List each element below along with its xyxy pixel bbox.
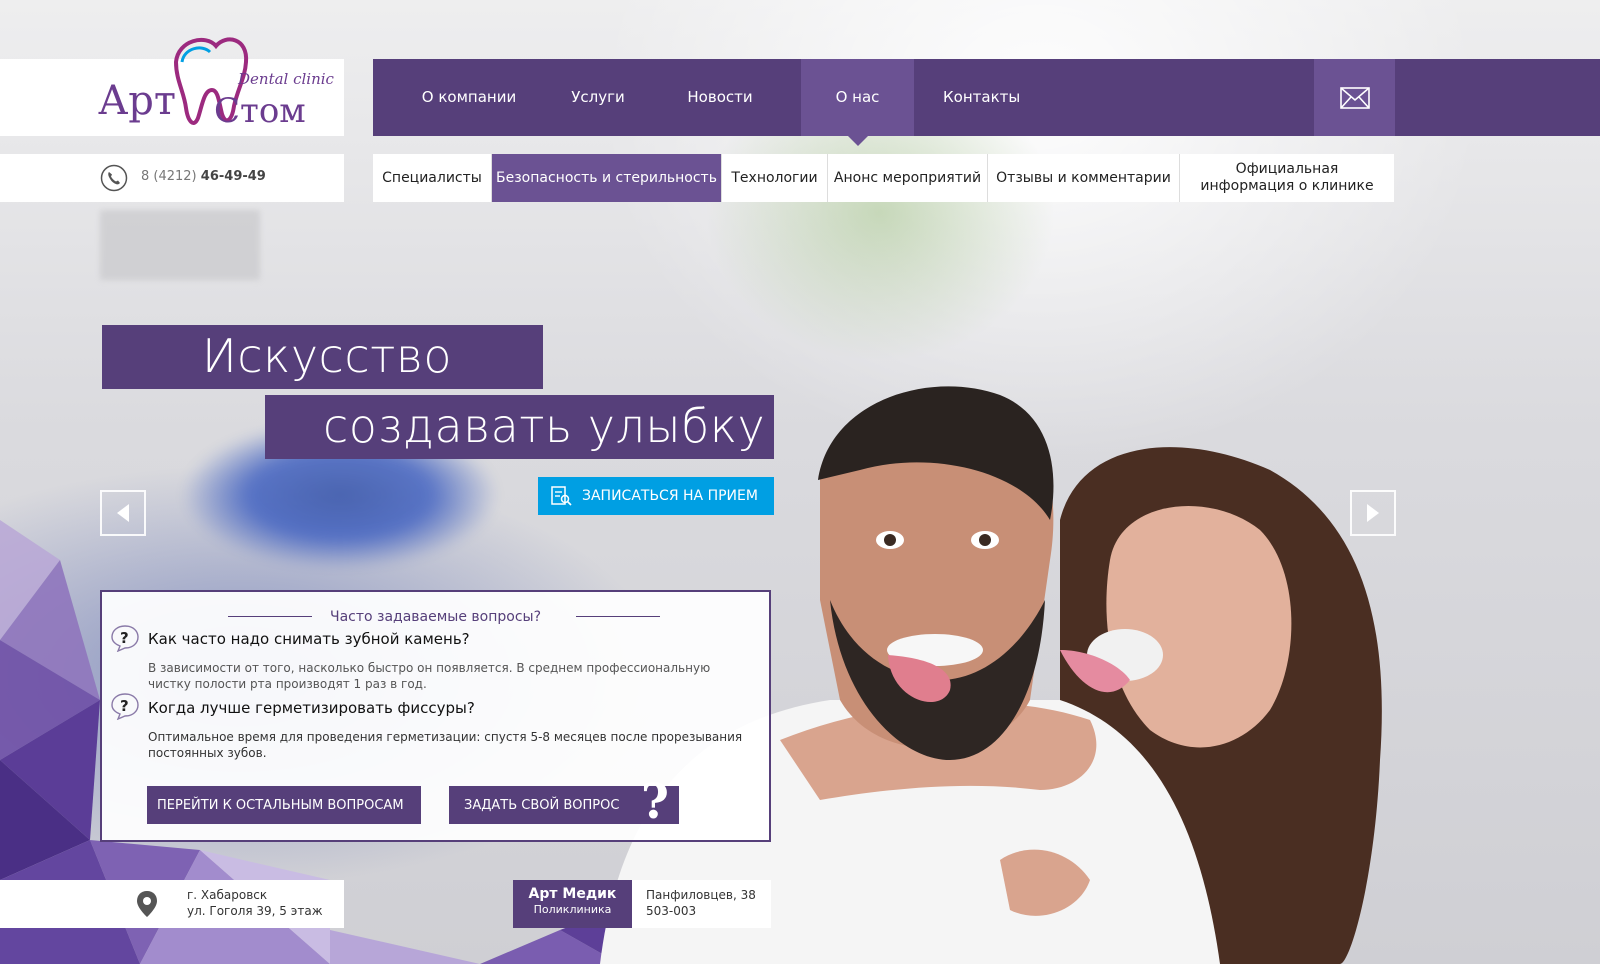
active-caret	[847, 136, 868, 146]
address-street: ул. Гоголя 39, 5 этаж	[187, 904, 323, 918]
question-mark-icon: ?	[640, 774, 669, 830]
svg-text:?: ?	[120, 629, 129, 647]
hero-heading-line1: Искусство	[102, 325, 543, 389]
subnav-item-label: Безопасность и стерильность	[496, 169, 717, 186]
slider-next-button[interactable]	[1350, 490, 1396, 536]
appointment-icon	[551, 486, 572, 506]
subnav-item-safety[interactable]: Безопасность и стерильность	[492, 154, 722, 202]
partner-clinic-type: Поликлиника	[533, 903, 612, 916]
logo-word-stom: Стом	[214, 91, 306, 131]
subnav-item-label: Официальная информация о клинике	[1200, 161, 1374, 194]
nav-item-label: О компании	[421, 88, 517, 106]
nav-item-company[interactable]: О компании	[417, 59, 521, 136]
map-pin-icon	[137, 891, 157, 917]
clinic-logo[interactable]: Арт Стом Dental clinic	[98, 34, 338, 134]
nav-item-services[interactable]: Услуги	[563, 59, 633, 136]
phone-digits: 46-49-49	[200, 169, 266, 184]
nav-item-label: Контакты	[943, 88, 1021, 106]
hero-heading-line2: создавать улыбку	[265, 395, 774, 459]
phone-code: 8 (4212)	[141, 169, 197, 184]
faq-question-2[interactable]: Когда лучше герметизировать фиссуры?	[148, 699, 475, 717]
phone-panel: 8 (4212) 46-49-49	[0, 154, 344, 202]
background-window	[100, 210, 260, 280]
subnav-item-official-info[interactable]: Официальная информация о клинике	[1180, 154, 1394, 202]
book-appointment-button[interactable]: ЗАПИСАТЬСЯ НА ПРИЕМ	[538, 477, 774, 515]
nav-item-news[interactable]: Новости	[673, 59, 767, 136]
partner-clinic-street: Панфиловцев, 38	[646, 888, 756, 902]
question-bubble-icon: ?	[111, 625, 139, 652]
main-nav: О компании Услуги Новости О нас Контакты	[373, 59, 1600, 146]
subnav-item-label: Специалисты	[382, 169, 482, 186]
slider-prev-button[interactable]	[100, 490, 146, 536]
nav-item-label: О нас	[835, 88, 880, 106]
subnav-item-reviews[interactable]: Отзывы и комментарии	[988, 154, 1180, 202]
svg-text:?: ?	[120, 697, 129, 715]
subnav-item-label: Технологии	[731, 169, 818, 186]
ask-question-label: ЗАДАТЬ СВОЙ ВОПРОС	[464, 797, 620, 813]
partner-clinic-badge[interactable]: Арт Медик Поликлиника	[513, 880, 632, 928]
ask-question-button[interactable]: ЗАДАТЬ СВОЙ ВОПРОС ?	[449, 778, 679, 826]
subnav-item-technology[interactable]: Технологии	[722, 154, 828, 202]
logo-tagline: Dental clinic	[237, 70, 335, 88]
faq-title: Часто задаваемые вопросы?	[329, 609, 542, 625]
subnav-item-label: Анонс мероприятий	[833, 169, 982, 186]
nav-item-about[interactable]: О нас	[801, 59, 914, 146]
question-bubble-icon: ?	[111, 693, 139, 720]
sub-nav: Специалисты Безопасность и стерильность …	[373, 154, 1394, 202]
partner-clinic-name: Арт Медик	[528, 886, 617, 902]
subnav-item-specialists[interactable]: Специалисты	[373, 154, 492, 202]
arrow-right-icon	[1367, 504, 1379, 522]
partner-clinic-address: Панфиловцев, 38 503-003	[646, 887, 756, 919]
faq-title-wrap: Часто задаваемые вопросы?	[102, 606, 769, 625]
all-questions-label: ПЕРЕЙТИ К ОСТАЛЬНЫМ ВОПРОСАМ	[157, 797, 404, 813]
arrow-left-icon	[117, 504, 129, 522]
subnav-item-label: Отзывы и комментарии	[996, 169, 1171, 186]
mail-button[interactable]	[1314, 59, 1395, 136]
logo-word-art: Арт	[98, 78, 176, 124]
partner-clinic-phone: 503-003	[646, 904, 697, 918]
address-panel: г. Хабаровск ул. Гоголя 39, 5 этаж	[0, 880, 344, 928]
envelope-icon	[1339, 86, 1370, 109]
faq-answer-2: Оптимальное время для проведения гермети…	[148, 730, 743, 760]
address-city: г. Хабаровск	[187, 888, 268, 902]
book-appointment-label: ЗАПИСАТЬСЯ НА ПРИЕМ	[582, 488, 758, 504]
nav-item-label: Услуги	[571, 88, 625, 106]
all-questions-button[interactable]: ПЕРЕЙТИ К ОСТАЛЬНЫМ ВОПРОСАМ	[147, 786, 421, 824]
phone-icon	[100, 164, 128, 192]
faq-answer-1: В зависимости от того, насколько быстро …	[148, 661, 711, 691]
subnav-item-events[interactable]: Анонс мероприятий	[828, 154, 988, 202]
nav-item-label: Новости	[687, 88, 753, 106]
faq-question-1[interactable]: Как часто надо снимать зубной камень?	[148, 630, 470, 648]
faq-panel: Часто задаваемые вопросы? ? Как часто на…	[100, 590, 771, 842]
address-text: г. Хабаровск ул. Гоголя 39, 5 этаж	[187, 887, 323, 919]
nav-item-contacts[interactable]: Контакты	[943, 59, 1021, 136]
partner-clinic-address-panel: Панфиловцев, 38 503-003	[632, 880, 771, 928]
phone-number[interactable]: 8 (4212) 46-49-49	[141, 169, 266, 184]
